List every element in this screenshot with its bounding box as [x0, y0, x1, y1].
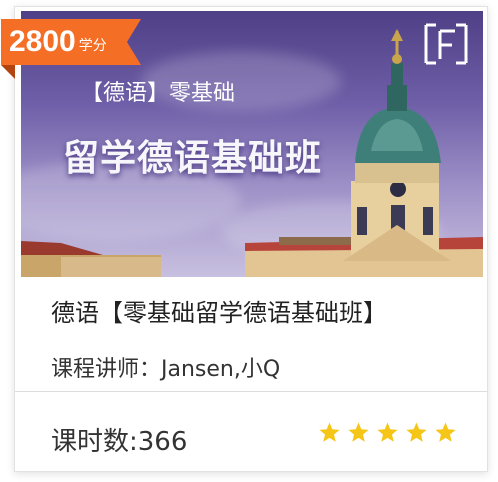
credit-value: 2800 [9, 25, 76, 58]
credit-unit: 学分 [78, 38, 107, 54]
star-icon [406, 422, 427, 442]
banner-subtitle: 【德语】零基础 [81, 81, 236, 106]
star-icon [348, 422, 369, 442]
course-teacher: 课程讲师：Jansen,小Q [51, 357, 281, 382]
star-icon [377, 422, 398, 442]
brand-logo-icon [424, 23, 468, 65]
course-hours: 课时数:366 [51, 427, 188, 457]
banner-title: 留学德语基础班 [63, 138, 323, 179]
rating-stars [318, 421, 457, 444]
badge-fold [1, 65, 15, 79]
credit-badge: 2800 学分 [1, 19, 141, 65]
course-title[interactable]: 德语【零基础留学德语基础班】 [51, 293, 387, 328]
course-card[interactable]: 【德语】零基础 留学德语基础班 2800 学分 德语【零基础留学德语基础班】 课… [1, 6, 488, 472]
star-icon [319, 422, 340, 442]
divider [15, 391, 487, 392]
star-icon [435, 422, 456, 442]
